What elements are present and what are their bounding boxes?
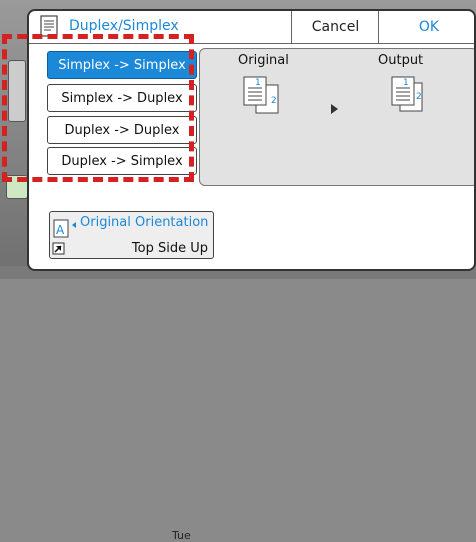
ok-button[interactable]: OK [378, 11, 474, 43]
original-page-number-1: 1 [255, 78, 261, 88]
orientation-page-icon: A [52, 219, 76, 255]
dialog-title: Duplex/Simplex [69, 18, 179, 34]
orientation-value: Top Side Up [131, 241, 208, 256]
cancel-button[interactable]: Cancel [291, 11, 379, 43]
background-partial-text: Tue [172, 529, 191, 542]
original-orientation-button[interactable]: A Original Orientation Top Side Up [49, 211, 214, 259]
original-page-number-2: 2 [271, 96, 277, 106]
orientation-label: Original Orientation [80, 215, 209, 230]
output-page-number-2: 2 [416, 92, 422, 102]
highlight-dashed-box [2, 34, 194, 182]
original-label: Original [238, 53, 289, 68]
arrow-right-icon [331, 104, 338, 114]
output-page-number-1: 1 [403, 78, 409, 88]
output-label: Output [378, 53, 424, 68]
output-pages-icon: 1 2 [391, 76, 423, 112]
original-pages-icon: 1 2 [243, 76, 279, 114]
preview-panel: Original Output 1 2 1 2 [199, 48, 474, 186]
orientation-letter: A [56, 223, 65, 237]
